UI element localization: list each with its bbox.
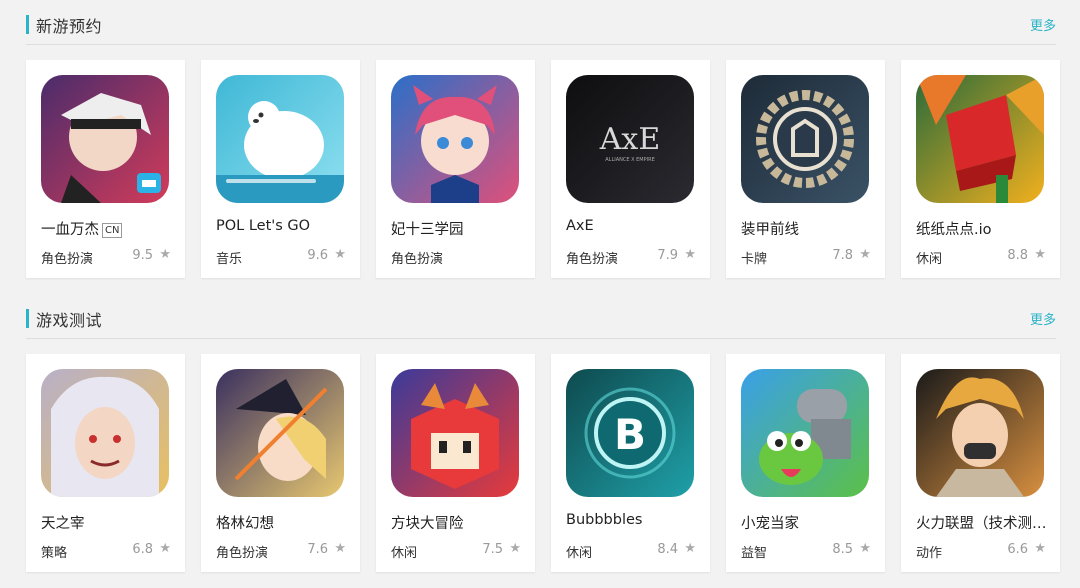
game-name[interactable]: 格林幻想 (216, 512, 348, 533)
game-category: 休闲 (391, 546, 418, 561)
game-rating: 7.6 (307, 542, 328, 557)
game-card[interactable]: 妃十三学园 角色扮演 (376, 60, 535, 278)
game-rating: 8.8 (1007, 248, 1028, 263)
star-icon: ★ (334, 541, 346, 556)
section-header: 游戏测试 更多 (26, 294, 1056, 339)
game-category: 角色扮演 (391, 252, 444, 267)
section-header: 新游预约 更多 (26, 0, 1056, 45)
star-icon: ★ (684, 247, 696, 262)
star-icon: ★ (684, 541, 696, 556)
more-link[interactable]: 更多 (1030, 15, 1056, 34)
game-rating: 7.9 (657, 248, 678, 263)
game-name[interactable]: 火力联盟（技术测试） (916, 512, 1048, 533)
game-card[interactable]: 火力联盟（技术测试） 动作 6.6 ★ (901, 354, 1060, 572)
game-name[interactable]: 小宠当家 (741, 512, 873, 533)
game-name[interactable]: Bubbbbles (566, 512, 698, 528)
game-card[interactable]: 一血万杰 CN 角色扮演 9.5 ★ (26, 60, 185, 278)
star-icon: ★ (859, 541, 871, 556)
section-0: 新游预约 更多 一血万杰 CN 角色扮演 9.5 ★ POL Let's GO 音… (0, 0, 1080, 294)
star-icon: ★ (334, 247, 346, 262)
cube-fox-icon[interactable] (391, 369, 519, 497)
game-category: 音乐 (216, 252, 243, 267)
game-card[interactable]: 方块大冒险 休闲 7.5 ★ (376, 354, 535, 572)
svg-text:ALLIANCE X EMPIRE: ALLIANCE X EMPIRE (605, 157, 654, 163)
game-card[interactable]: 装甲前线 卡牌 7.8 ★ (726, 60, 885, 278)
game-rating: 6.6 (1007, 542, 1028, 557)
star-icon: ★ (159, 247, 171, 262)
game-card-row: 一血万杰CN 角色扮演 9.5 ★ POL Let's GO 音乐 9.6 ★ (26, 60, 1060, 278)
more-link[interactable]: 更多 (1030, 309, 1056, 328)
star-icon: ★ (859, 247, 871, 262)
cannon-frog-icon[interactable] (741, 369, 869, 497)
axe-logo-icon[interactable]: AxE ALLIANCE X EMPIRE (566, 75, 694, 203)
game-card[interactable]: 纸纸点点.io 休闲 8.8 ★ (901, 60, 1060, 278)
game-name[interactable]: POL Let's GO (216, 218, 348, 234)
witch-icon[interactable] (216, 369, 344, 497)
game-name[interactable]: 天之宰 (41, 512, 173, 533)
game-rating: 7.5 (482, 542, 503, 557)
game-name[interactable]: 方块大冒险 (391, 512, 523, 533)
region-badge: CN (102, 223, 123, 238)
svg-text:AxE: AxE (599, 122, 660, 157)
game-category: 休闲 (916, 252, 943, 267)
game-name[interactable]: 纸纸点点.io (916, 218, 1048, 239)
game-card[interactable]: 小宠当家 益智 8.5 ★ (726, 354, 885, 572)
paper-cube-icon[interactable] (916, 75, 1044, 203)
game-card[interactable]: 格林幻想 角色扮演 7.6 ★ (201, 354, 360, 572)
star-icon: ★ (509, 541, 521, 556)
game-category: 角色扮演 (41, 252, 94, 267)
armor-emblem-icon[interactable] (741, 75, 869, 203)
section-accent-bar (26, 15, 29, 34)
svg-text:B: B (614, 410, 646, 459)
white-hair-hero-icon[interactable] (41, 369, 169, 497)
game-category: 动作 (916, 546, 943, 561)
game-category: 策略 (41, 546, 68, 561)
anime-warrior-icon[interactable] (41, 75, 169, 203)
game-category: 角色扮演 (566, 252, 619, 267)
game-rating: 9.5 (132, 248, 153, 263)
game-card[interactable]: 天之宰 策略 6.8 ★ (26, 354, 185, 572)
anime-girl-icon[interactable] (391, 75, 519, 203)
game-category: 角色扮演 (216, 546, 269, 561)
game-category: 益智 (741, 546, 768, 561)
game-rating: 8.5 (832, 542, 853, 557)
polar-bear-icon[interactable] (216, 75, 344, 203)
game-rating: 8.4 (657, 542, 678, 557)
game-rating: 9.6 (307, 248, 328, 263)
game-category: 卡牌 (741, 252, 768, 267)
section-1: 游戏测试 更多 天之宰 策略 6.8 ★ 格林幻想 角色扮演 7.6 ★ 方块大… (0, 294, 1080, 588)
game-name[interactable]: 装甲前线 (741, 218, 873, 239)
star-icon: ★ (159, 541, 171, 556)
section-title: 新游预约 (36, 17, 103, 36)
bubble-b-icon[interactable]: B (566, 369, 694, 497)
game-card[interactable]: B Bubbbbles 休闲 8.4 ★ (551, 354, 710, 572)
game-card-row: 天之宰 策略 6.8 ★ 格林幻想 角色扮演 7.6 ★ 方块大冒险 休闲 7.… (26, 354, 1060, 572)
game-card[interactable]: POL Let's GO 音乐 9.6 ★ (201, 60, 360, 278)
game-name[interactable]: 妃十三学园 (391, 218, 523, 239)
game-name[interactable]: AxE (566, 218, 698, 234)
game-rating: 7.8 (832, 248, 853, 263)
star-icon: ★ (1034, 541, 1046, 556)
game-category: 休闲 (566, 546, 593, 561)
fire-girl-icon[interactable] (916, 369, 1044, 497)
star-icon: ★ (1034, 247, 1046, 262)
section-title: 游戏测试 (36, 311, 103, 330)
game-rating: 6.8 (132, 542, 153, 557)
game-card[interactable]: AxE ALLIANCE X EMPIRE AxE 角色扮演 7.9 ★ (551, 60, 710, 278)
game-name[interactable]: 一血万杰 CN (41, 218, 173, 239)
section-accent-bar (26, 309, 29, 328)
